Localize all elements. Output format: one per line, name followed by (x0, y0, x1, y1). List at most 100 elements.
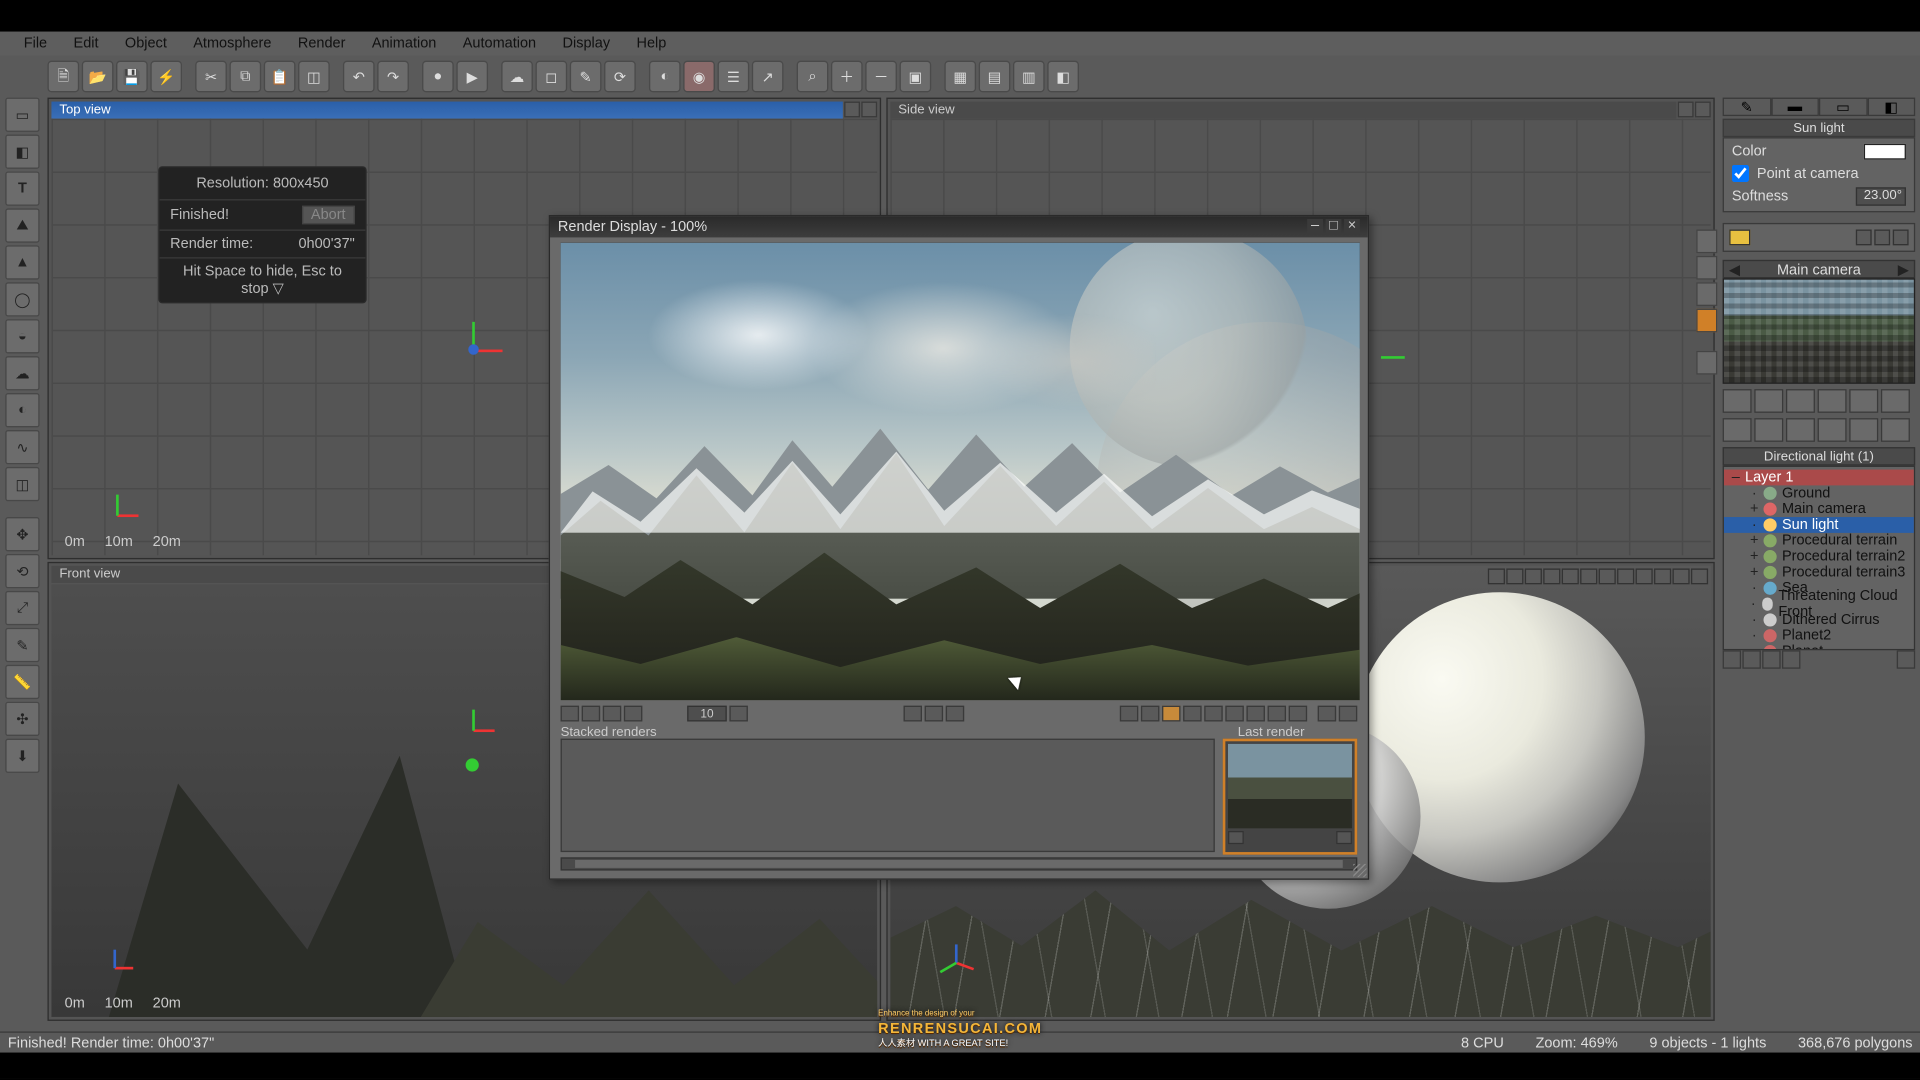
cloud-object-tool[interactable]: ☁ (5, 356, 39, 390)
frame-button[interactable]: ▣ (900, 61, 932, 93)
nav-btn[interactable] (1849, 418, 1878, 442)
panel-tab[interactable]: ◧ (1867, 98, 1915, 116)
layout3-button[interactable]: ▥ (1013, 61, 1045, 93)
render-tb-btn[interactable] (1120, 706, 1138, 722)
abort-button[interactable]: Abort (302, 206, 355, 224)
undo-button[interactable]: ↶ (343, 61, 375, 93)
tree-item[interactable]: +Procedural terrain (1724, 533, 1914, 549)
brush-tool[interactable]: ✎ (570, 61, 602, 93)
expand-icon[interactable]: · (1748, 628, 1761, 644)
render-scrollbar[interactable] (561, 857, 1358, 870)
tree-btn[interactable] (1723, 650, 1741, 668)
softness-field[interactable]: 23.00° (1856, 187, 1906, 205)
vp-btn[interactable] (1695, 102, 1711, 118)
panel-tab[interactable]: ▬ (1771, 98, 1819, 116)
mountain-tool[interactable]: ▲ (5, 245, 39, 279)
point-checkbox[interactable] (1732, 165, 1749, 182)
copy-button[interactable]: ⧉ (230, 61, 262, 93)
tree-btn[interactable] (1762, 650, 1780, 668)
resize-handle[interactable] (1353, 864, 1366, 877)
wind-tool[interactable]: ✣ (5, 702, 39, 736)
redo-button[interactable]: ↷ (377, 61, 409, 93)
link-tool[interactable]: ⟳ (604, 61, 636, 93)
rtab-icon-active[interactable] (1696, 309, 1717, 333)
persp-btn[interactable] (1672, 568, 1689, 584)
persp-btn[interactable] (1580, 568, 1597, 584)
tree-item[interactable]: ·Threatening Cloud Front (1724, 596, 1914, 612)
render-settings-button[interactable]: ◉ (683, 61, 715, 93)
render-tb-btn[interactable] (1289, 706, 1307, 722)
planet-tool[interactable]: ◐ (5, 393, 39, 427)
thumb-btn[interactable] (1336, 831, 1352, 844)
new-button[interactable]: 🗎 (47, 61, 79, 93)
nav-fly[interactable] (1881, 389, 1910, 413)
render-region-button[interactable]: ▶ (456, 61, 488, 93)
save-button[interactable]: 💾 (116, 61, 148, 93)
prev-camera-button[interactable]: ◀ (1727, 261, 1743, 279)
tree-btn[interactable] (1897, 650, 1915, 668)
expand-icon[interactable]: · (1748, 517, 1761, 533)
camera-preview[interactable] (1723, 278, 1916, 384)
persp-btn[interactable] (1599, 568, 1616, 584)
scale-tool[interactable]: ⤢ (5, 591, 39, 625)
render-tb-btn-active[interactable] (1162, 706, 1180, 722)
rotate-tool[interactable]: ⟲ (5, 554, 39, 588)
measure-tool[interactable]: 📏 (5, 665, 39, 699)
render-tb-btn[interactable] (1141, 706, 1159, 722)
menu-render[interactable]: Render (285, 33, 359, 54)
spline-tool[interactable]: ∿ (5, 430, 39, 464)
expand-icon[interactable]: + (1748, 533, 1761, 549)
timeline-button[interactable]: ☰ (718, 61, 750, 93)
paste-button[interactable]: 📋 (264, 61, 296, 93)
render-tb-btn[interactable] (1204, 706, 1222, 722)
menu-automation[interactable]: Automation (450, 33, 550, 54)
menu-help[interactable]: Help (623, 33, 679, 54)
expand-icon[interactable]: · (1748, 596, 1759, 612)
vp-btn[interactable] (861, 102, 877, 118)
rtab-icon[interactable] (1696, 230, 1717, 254)
thumb-btn[interactable] (1228, 831, 1244, 844)
render-tb-btn[interactable] (925, 706, 943, 722)
tree-item[interactable]: +Procedural terrain3 (1724, 565, 1914, 581)
tree-item[interactable]: +Main camera (1724, 501, 1914, 517)
render-tb-btn[interactable] (624, 706, 642, 722)
cut-button[interactable]: ✂ (195, 61, 227, 93)
rtab-icon[interactable] (1696, 256, 1717, 280)
panel-tab[interactable]: ✎ (1723, 98, 1771, 116)
vp-btn[interactable] (1678, 102, 1694, 118)
scene-tree[interactable]: –Layer 1 ·Ground+Main camera·Sun light+P… (1723, 466, 1916, 651)
mini-btn[interactable] (1874, 230, 1890, 246)
rock-tool[interactable]: ◒ (5, 319, 39, 353)
render-tb-btn[interactable] (1246, 706, 1264, 722)
persp-btn[interactable] (1636, 568, 1653, 584)
expand-icon[interactable]: + (1748, 549, 1761, 565)
group-tool[interactable]: ◫ (5, 467, 39, 501)
render-tb-btn[interactable] (1225, 706, 1243, 722)
box-tool[interactable]: ◻ (536, 61, 568, 93)
expand-icon[interactable]: · (1748, 612, 1761, 628)
mini-btn[interactable] (1893, 230, 1909, 246)
tree-btn[interactable] (1782, 650, 1800, 668)
material-button[interactable]: ◐ (649, 61, 681, 93)
move-tool[interactable]: ✥ (5, 517, 39, 551)
clone-button[interactable]: ◫ (298, 61, 330, 93)
nav-roll[interactable] (1818, 389, 1847, 413)
select-tool[interactable]: ▭ (5, 98, 39, 132)
text-tool[interactable]: T (5, 171, 39, 205)
sphere-tool[interactable]: ◯ (5, 282, 39, 316)
tree-btn[interactable] (1742, 650, 1760, 668)
render-tb-btn[interactable] (561, 706, 579, 722)
layout2-button[interactable]: ▤ (979, 61, 1011, 93)
maximize-icon[interactable]: □ (1326, 219, 1342, 235)
expand-icon[interactable]: + (1748, 565, 1761, 581)
expand-icon[interactable]: · (1748, 485, 1761, 501)
render-tb-btn[interactable] (1183, 706, 1201, 722)
zoom-out-button[interactable]: － (865, 61, 897, 93)
render-button[interactable]: ● (422, 61, 454, 93)
render-window-titlebar[interactable]: Render Display - 100% – □ × (550, 216, 1368, 237)
tree-item[interactable]: ·Ground (1724, 485, 1914, 501)
open-button[interactable]: 📂 (82, 61, 114, 93)
tree-item[interactable]: +Procedural terrain2 (1724, 549, 1914, 565)
save-incr-button[interactable]: ⚡ (150, 61, 182, 93)
persp-btn[interactable] (1506, 568, 1523, 584)
